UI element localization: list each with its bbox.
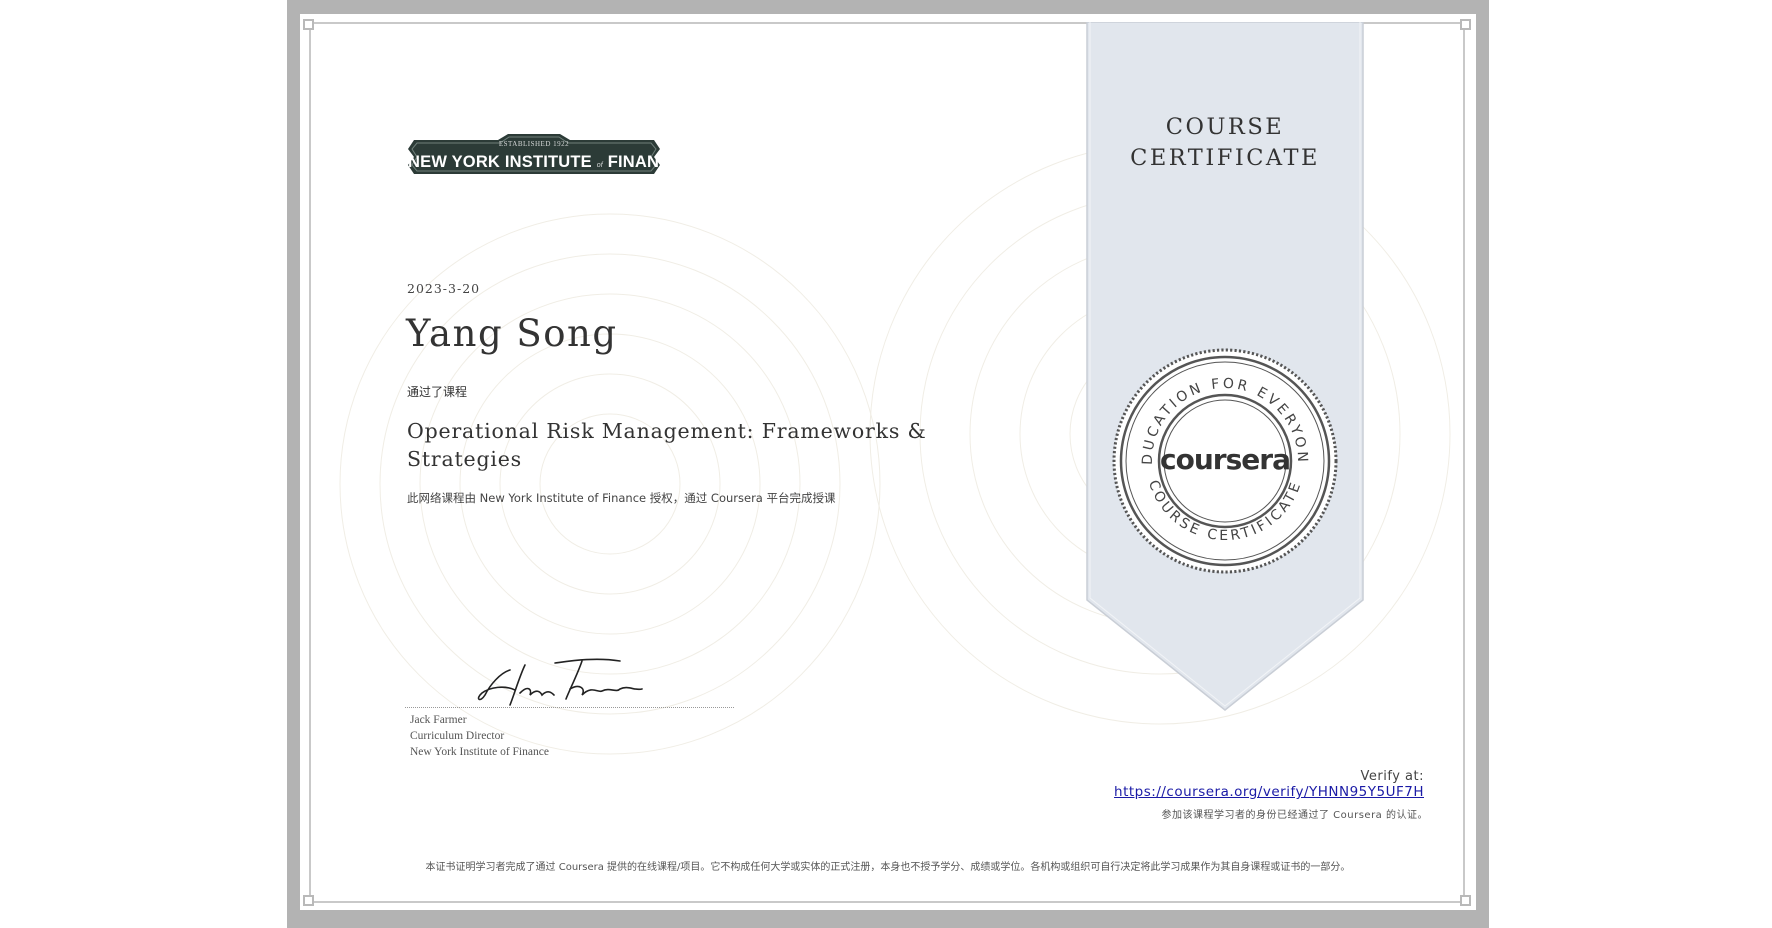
corner-ornament-top-left bbox=[303, 19, 314, 30]
ribbon-title-line2: CERTIFICATE bbox=[1130, 145, 1320, 171]
signer-organization: New York Institute of Finance bbox=[410, 746, 549, 758]
recipient-name: Yang Song bbox=[406, 312, 618, 355]
logo-institution-name: NEW YORK INSTITUTE of FINANCE bbox=[408, 153, 682, 172]
signature-line bbox=[405, 707, 734, 708]
certificate-date: 2023-3-20 bbox=[407, 281, 481, 296]
signer-name: Jack Farmer bbox=[410, 714, 467, 726]
ribbon-title-line1: COURSE bbox=[1165, 114, 1285, 140]
verify-label: Verify at: bbox=[1360, 769, 1424, 784]
logo-established-text: ESTABLISHED 1922 bbox=[498, 140, 570, 148]
verify-note: 参加该课程学习者的身份已经通过了 Coursera 的认证。 bbox=[1161, 810, 1428, 821]
corner-ornament-top-right bbox=[1460, 19, 1471, 30]
verify-url-link[interactable]: https://coursera.org/verify/YHNN95Y5UF7H bbox=[1100, 784, 1424, 800]
signer-role: Curriculum Director bbox=[410, 730, 505, 742]
logo-name-part1: NEW YORK INSTITUTE bbox=[408, 153, 592, 171]
ribbon-title: COURSE CERTIFICATE bbox=[1086, 112, 1364, 174]
logo-name-of: of bbox=[596, 162, 603, 169]
corner-ornament-bottom-right bbox=[1460, 895, 1471, 906]
signature-image bbox=[477, 658, 643, 706]
course-title: Operational Risk Management: Frameworks … bbox=[407, 419, 927, 471]
completed-label: 通过了课程 bbox=[407, 385, 468, 399]
corner-ornament-bottom-left bbox=[303, 895, 314, 906]
logo-name-part2: FINANCE bbox=[607, 153, 683, 171]
coursera-wordmark: coursera bbox=[1160, 443, 1291, 476]
authorization-statement: 此网络课程由 New York Institute of Finance 授权，… bbox=[407, 491, 836, 505]
footer-disclaimer: 本证书证明学习者完成了通过 Coursera 提供的在线课程/项目。它不构成任何… bbox=[425, 862, 1351, 873]
